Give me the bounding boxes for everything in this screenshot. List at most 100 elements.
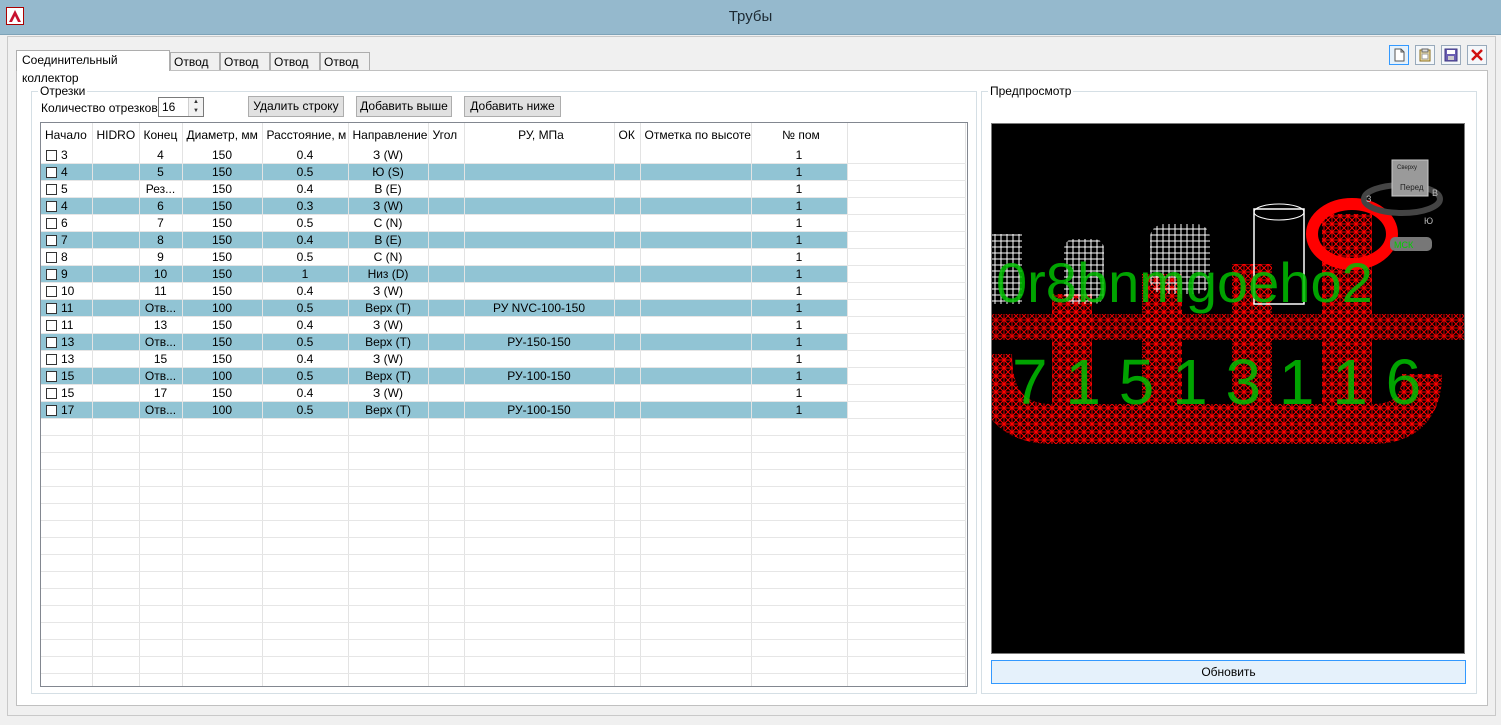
empty-cell[interactable] [92,503,140,521]
cell-end[interactable]: 8 [139,231,183,249]
empty-cell[interactable] [139,537,183,555]
empty-cell[interactable] [182,622,263,640]
cell-angle[interactable] [428,248,465,266]
table-row[interactable]: 15 Отв... 100 0.5 Верх (T) РУ-100-150 1 [41,367,966,385]
cell-ru[interactable]: РУ-100-150 [464,401,615,419]
cell-end[interactable]: 13 [139,316,183,334]
row-checkbox[interactable] [46,371,57,382]
empty-cell[interactable] [41,588,93,606]
empty-cell[interactable] [614,673,641,686]
cell-end[interactable]: 17 [139,384,183,402]
empty-cell[interactable] [348,605,429,623]
empty-cell[interactable] [751,503,848,521]
column-header[interactable]: Расстояние, м [262,123,349,147]
cell-end[interactable]: Отв... [139,367,183,385]
empty-cell[interactable] [92,520,140,538]
cell-end[interactable]: 15 [139,350,183,368]
tab-branch-4[interactable]: Отвод 4 [320,52,370,87]
empty-cell[interactable] [640,520,752,538]
empty-cell[interactable] [751,452,848,470]
row-checkbox[interactable] [46,235,57,246]
cell-hidro[interactable] [92,248,140,266]
empty-cell[interactable] [464,622,615,640]
empty-cell[interactable] [751,435,848,453]
empty-cell[interactable] [464,418,615,436]
cell-hidro[interactable] [92,163,140,181]
cell-hidro[interactable] [92,350,140,368]
row-checkbox[interactable] [46,405,57,416]
empty-cell[interactable] [464,469,615,487]
cell-ok[interactable] [614,147,641,164]
cell-ok[interactable] [614,231,641,249]
cell-room[interactable]: 1 [751,299,848,317]
cell-ru[interactable]: РУ-150-150 [464,333,615,351]
paste-button[interactable] [1415,45,1435,65]
column-header[interactable]: HIDRO [92,123,140,147]
empty-cell[interactable] [41,656,93,674]
cell-dir[interactable]: В (E) [348,231,429,249]
empty-cell[interactable] [751,588,848,606]
empty-cell[interactable] [847,469,966,487]
empty-cell[interactable] [92,435,140,453]
empty-cell[interactable] [262,639,349,657]
cell-dist[interactable]: 0.5 [262,163,349,181]
cell-hidro[interactable] [92,367,140,385]
cell-elev[interactable] [640,384,752,402]
empty-cell[interactable] [348,503,429,521]
cell-end[interactable]: 10 [139,265,183,283]
cell-elev[interactable] [640,147,752,164]
cell-start[interactable]: 15 [41,384,93,402]
empty-cell[interactable] [182,656,263,674]
empty-cell[interactable] [139,656,183,674]
empty-cell[interactable] [614,537,641,555]
empty-cell[interactable] [348,656,429,674]
table-row-empty[interactable] [41,418,966,436]
row-checkbox[interactable] [46,252,57,263]
empty-cell[interactable] [182,503,263,521]
cell-room[interactable]: 1 [751,163,848,181]
cell-end[interactable]: 4 [139,147,183,164]
cell-diam[interactable]: 150 [182,265,263,283]
cell-start[interactable]: 9 [41,265,93,283]
empty-cell[interactable] [640,571,752,589]
cell-room[interactable]: 1 [751,316,848,334]
empty-cell[interactable] [640,503,752,521]
empty-cell[interactable] [92,656,140,674]
cell-dist[interactable]: 0.5 [262,367,349,385]
empty-cell[interactable] [751,469,848,487]
cell-ru[interactable] [464,180,615,198]
cell-angle[interactable] [428,265,465,283]
cell-dist[interactable]: 0.4 [262,147,349,164]
cell-room[interactable]: 1 [751,282,848,300]
empty-cell[interactable] [348,435,429,453]
empty-cell[interactable] [262,486,349,504]
empty-cell[interactable] [751,571,848,589]
empty-cell[interactable] [139,605,183,623]
empty-cell[interactable] [640,554,752,572]
empty-cell[interactable] [847,673,966,686]
table-row[interactable]: 15 17 150 0.4 З (W) 1 [41,384,966,402]
cell-angle[interactable] [428,231,465,249]
cell-elev[interactable] [640,214,752,232]
cell-dist[interactable]: 0.5 [262,214,349,232]
table-row[interactable]: 3 4 150 0.4 З (W) 1 [41,147,966,164]
cell-ok[interactable] [614,265,641,283]
empty-cell[interactable] [464,571,615,589]
tab-branch-1[interactable]: Отвод 1 [170,52,220,87]
column-header[interactable]: ОК [614,123,641,147]
tab-branch-2[interactable]: Отвод 2 [220,52,270,87]
cell-hidro[interactable] [92,316,140,334]
cell-dir[interactable]: Верх (T) [348,401,429,419]
cell-diam[interactable]: 150 [182,282,263,300]
empty-cell[interactable] [92,588,140,606]
cell-elev[interactable] [640,248,752,266]
cell-ru[interactable] [464,282,615,300]
cell-dir[interactable]: З (W) [348,147,429,164]
row-checkbox[interactable] [46,218,57,229]
cell-room[interactable]: 1 [751,401,848,419]
cell-dist[interactable]: 0.5 [262,248,349,266]
cell-diam[interactable]: 150 [182,248,263,266]
empty-cell[interactable] [847,435,966,453]
empty-cell[interactable] [428,639,465,657]
cell-start[interactable]: 3 [41,147,93,164]
